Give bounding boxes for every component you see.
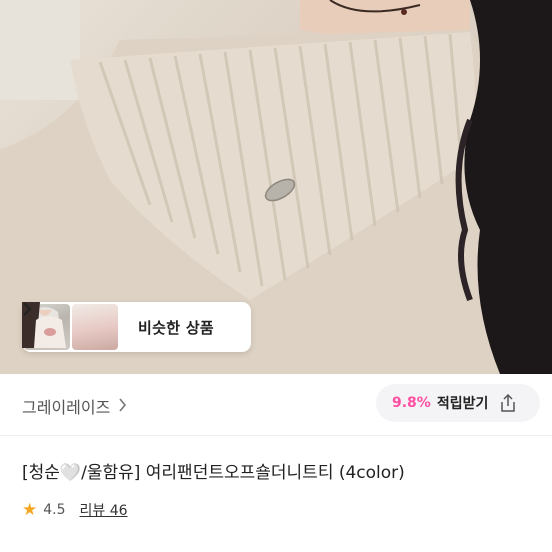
chevron-right-icon <box>118 397 127 416</box>
star-icon: ★ <box>22 500 38 520</box>
reward-percent: 9.8% <box>392 395 431 411</box>
store-name: 그레이레이즈 <box>22 398 111 417</box>
product-title: [청순🤍/울함유] 여리팬던트오프숄더니트티 (4color) <box>22 458 405 483</box>
product-title-prefix: [청순 <box>22 463 60 483</box>
product-main-image[interactable]: 비슷한 상품 <box>0 0 552 374</box>
rating-row: ★ 4.5 리뷰 46 <box>22 500 128 520</box>
store-row: 그레이레이즈 9.8% 적립받기 <box>0 374 552 436</box>
rating-value: 4.5 <box>43 502 66 518</box>
reward-button[interactable]: 9.8% 적립받기 <box>376 384 540 422</box>
similar-thumbnail-2 <box>22 302 118 350</box>
similar-products-button[interactable]: 비슷한 상품 <box>22 302 251 352</box>
share-icon[interactable] <box>498 393 518 413</box>
review-link[interactable]: 리뷰 46 <box>80 500 128 520</box>
product-title-rest: /울함유] 여리팬던트오프숄더니트티 (4color) <box>81 463 405 483</box>
similar-products-label: 비슷한 상품 <box>138 318 215 337</box>
store-link[interactable]: 그레이레이즈 <box>22 394 127 418</box>
reward-label: 적립받기 <box>436 396 489 412</box>
heart-icon: 🤍 <box>59 463 82 483</box>
